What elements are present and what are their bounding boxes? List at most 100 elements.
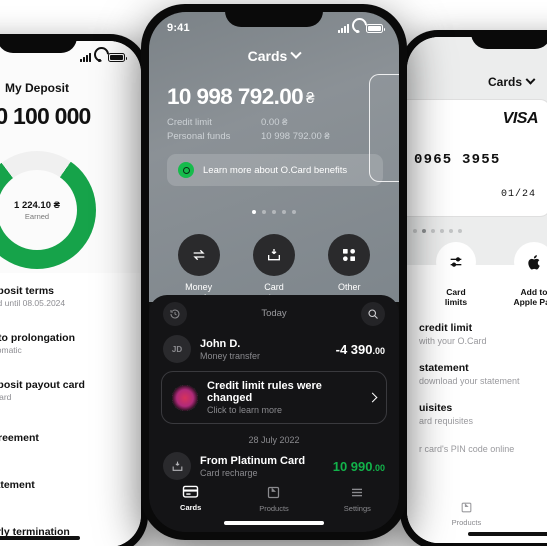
pagination-dot[interactable]	[262, 210, 266, 214]
ocard-benefits-banner[interactable]: Learn more about O.Card benefits	[167, 154, 383, 186]
list-item[interactable]: statement download your statement	[407, 357, 547, 397]
action-label: Card limits	[444, 287, 468, 307]
card-recharge-button[interactable]: Cardrecharge	[239, 234, 309, 304]
promo-subtitle: Click to learn more	[207, 405, 283, 415]
money-transfer-button[interactable]: Moneytransfer	[164, 234, 234, 304]
cards-header-panel: 9:41 Cards tal VISA 8800 0965 3955 ONDAR	[407, 37, 547, 307]
deposit-header-panel: 9:41 My Deposit 10 100 000 1 224.10 ₴ Ea…	[0, 41, 141, 273]
transaction-text: John D. Money transfer	[200, 338, 336, 361]
transaction-text: From Platinum Card Card recharge	[200, 455, 333, 478]
quick-actions: Moneytransfer Cardrecharge	[149, 234, 399, 304]
list-item-subtitle: download your statement	[419, 376, 520, 386]
sliders-icon	[436, 242, 476, 282]
list-item-title: uisites	[419, 402, 453, 414]
left-phone-mockup: 9:41 My Deposit 10 100 000 1 224.10 ₴ Ea…	[0, 34, 148, 546]
pagination-dot[interactable]	[282, 210, 286, 214]
status-indicators	[80, 52, 127, 62]
tab-settings[interactable]: Settings	[316, 485, 399, 513]
left-phone-screen: 9:41 My Deposit 10 100 000 1 224.10 ₴ Ea…	[0, 41, 141, 546]
detail-value: 10 998 792.00 ₴	[261, 131, 330, 142]
list-item[interactable]: Agreement	[0, 414, 141, 461]
page-title-label: Cards	[487, 75, 522, 89]
bank-card[interactable]: tal VISA 8800 0965 3955 ONDAR 01/24	[407, 99, 547, 217]
detail-label: Personal funds	[167, 131, 231, 142]
list-item[interactable]: Statement	[0, 461, 141, 508]
home-indicator	[468, 532, 547, 536]
tab-products[interactable]: Products	[232, 485, 315, 513]
list-item[interactable]: Deposit payout card O.Card	[0, 367, 141, 414]
donut-label: Earned	[24, 211, 50, 221]
list-item-subtitle: with your O.Card	[419, 336, 487, 346]
notch	[0, 34, 77, 53]
avatar: JD	[163, 335, 191, 363]
pagination-dot[interactable]	[272, 210, 276, 214]
detail-label: Credit limit	[167, 117, 212, 128]
sheet-header: Today	[149, 295, 399, 331]
deposit-amount: 10 100 000	[0, 103, 91, 129]
search-icon[interactable]	[361, 302, 385, 326]
transaction-title: From Platinum Card	[200, 454, 306, 467]
wifi-icon	[352, 24, 363, 33]
status-time: 9:41	[167, 22, 190, 34]
detail-value: 0.00 ₴	[261, 117, 288, 128]
tab-products[interactable]: Products	[407, 501, 526, 527]
pagination-dot[interactable]	[458, 229, 462, 233]
chevron-down-icon	[525, 74, 536, 85]
wifi-icon	[94, 53, 105, 62]
notch	[471, 30, 547, 49]
earned-donut-chart: 1 224.10 ₴ Earned	[0, 151, 96, 269]
card-recharge-icon	[252, 234, 295, 276]
add-to-apple-pay-button[interactable]: Add toApple Pay	[501, 242, 547, 307]
pagination-dot[interactable]	[413, 229, 417, 233]
list-item[interactable]: uisites ard requisites	[407, 397, 547, 437]
card-expiry: 01/24	[500, 189, 536, 200]
list-item[interactable]: Auto prolongation Automatic	[0, 320, 141, 367]
products-icon	[461, 502, 472, 513]
promo-text: Credit limit rules were changed Click to…	[207, 380, 369, 415]
list-item-text: Auto prolongation Automatic	[0, 332, 75, 355]
pagination-dot[interactable]	[449, 229, 453, 233]
gradient-circle-icon	[172, 384, 198, 411]
tab-cards[interactable]: Cards	[149, 485, 232, 512]
cards-balance-panel: 9:41 Cards 10 998 792.00 ₴ Credit limit …	[149, 12, 399, 304]
screenshot-stage: 9:41 My Deposit 10 100 000 1 224.10 ₴ Ea…	[0, 0, 547, 546]
home-indicator	[224, 521, 324, 525]
tab-settings[interactable]: Settings	[526, 501, 547, 527]
pagination-dot-active[interactable]	[252, 210, 256, 214]
page-title[interactable]: Cards	[407, 74, 547, 89]
list-item-text: Agreement	[0, 432, 39, 444]
list-item-subtitle: r card's PIN code online	[419, 444, 515, 454]
pagination-dot-active[interactable]	[422, 229, 426, 233]
transaction-subtitle: Card recharge	[200, 467, 258, 478]
pagination-dot[interactable]	[292, 210, 296, 214]
promo-banner[interactable]: Credit limit rules were changed Click to…	[161, 371, 387, 424]
pagination-dot[interactable]	[440, 229, 444, 233]
transaction-row[interactable]: JD John D. Money transfer -4 390.00	[149, 331, 399, 371]
tab-label: Products	[259, 504, 289, 513]
detail-row: Personal funds 10 998 792.00 ₴	[167, 131, 383, 142]
history-clock-icon[interactable]	[163, 302, 187, 326]
right-phone-screen: 9:41 Cards tal VISA 8800 0965 3955 ONDAR	[407, 37, 547, 543]
list-item[interactable]: Deposit terms Valid until 08.05.2024	[0, 273, 141, 320]
card-limits-button[interactable]: Card limits	[423, 242, 489, 307]
list-item[interactable]: credit limit with your O.Card	[407, 317, 547, 357]
list-item[interactable]: Early termination	[0, 508, 141, 546]
list-item[interactable]: r card's PIN code online	[407, 437, 547, 465]
page-title[interactable]: Cards	[149, 47, 399, 64]
banner-text: Learn more about O.Card benefits	[203, 164, 348, 176]
list-item-subtitle: Valid until 08.05.2024	[0, 298, 66, 308]
page-title: My Deposit	[4, 81, 69, 95]
donut-value: 1 224.10 ₴	[14, 199, 60, 211]
transaction-amount: -4 390.00	[335, 341, 385, 357]
other-payments-button[interactable]: Otherpayments	[314, 234, 384, 304]
list-item-subtitle: Automatic	[0, 345, 22, 355]
pagination-dot[interactable]	[431, 229, 435, 233]
list-item-title: statement	[419, 362, 469, 374]
signal-bars-icon	[338, 23, 349, 33]
transaction-subtitle: Money transfer	[200, 350, 261, 361]
card-number: 8800 0965 3955	[407, 152, 501, 168]
signal-bars-icon	[80, 52, 91, 62]
action-label: Add toApple Pay	[513, 287, 547, 307]
list-item-title: Statement	[0, 478, 35, 491]
deposit-options-list: Deposit terms Valid until 08.05.2024 Aut…	[0, 273, 141, 546]
